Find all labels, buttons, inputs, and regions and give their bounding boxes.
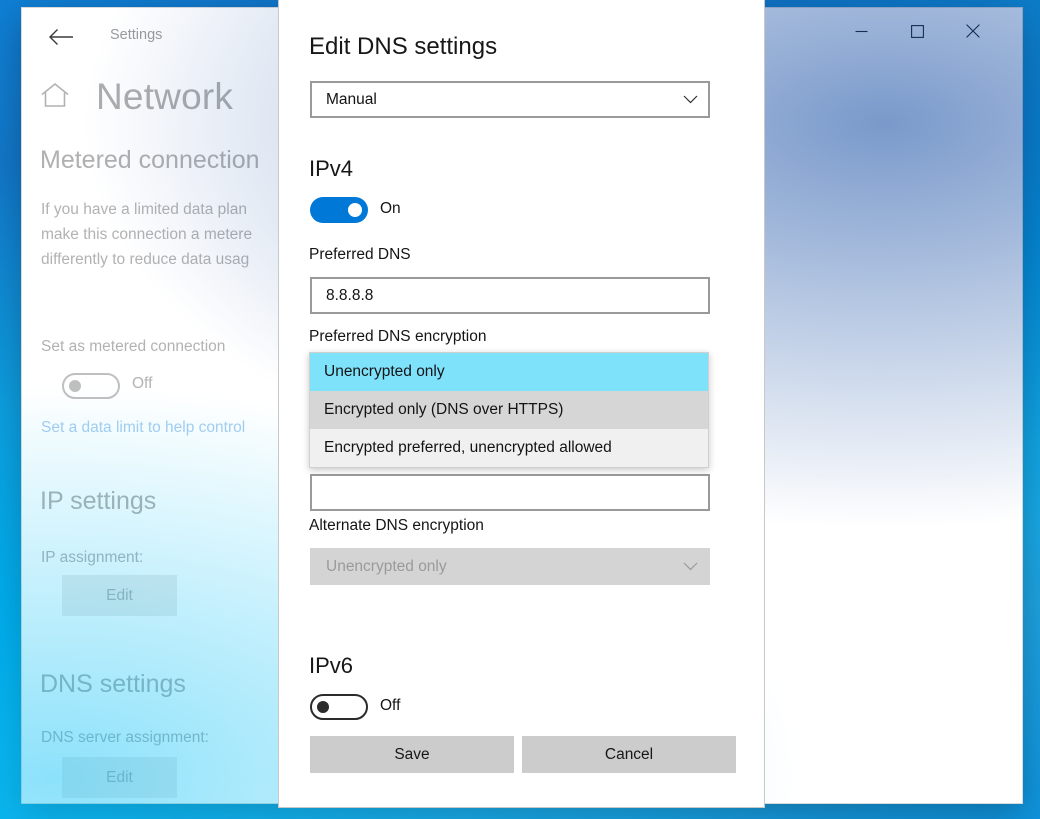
- toggle-knob: [69, 380, 81, 392]
- metered-connection-description: If you have a limited data plan make thi…: [41, 201, 253, 268]
- cancel-button[interactable]: Cancel: [522, 736, 736, 773]
- page-title-row: Network: [40, 76, 233, 118]
- preferred-dns-encryption-listbox[interactable]: Unencrypted only Encrypted only (DNS ove…: [309, 352, 709, 468]
- ipv4-toggle[interactable]: [310, 197, 368, 223]
- toggle-knob: [317, 701, 329, 713]
- preferred-dns-value: 8.8.8.8: [326, 286, 374, 304]
- maximize-button[interactable]: [894, 8, 940, 54]
- preferred-dns-input[interactable]: 8.8.8.8: [310, 277, 710, 314]
- listbox-option[interactable]: Encrypted preferred, unencrypted allowed: [310, 429, 708, 467]
- alternate-dns-encryption-dropdown: Unencrypted only: [310, 548, 710, 585]
- ip-settings-heading: IP settings: [40, 487, 157, 515]
- ip-assignment-label: IP assignment:: [41, 549, 144, 566]
- ip-assignment-edit-button[interactable]: Edit: [62, 575, 177, 616]
- toggle-knob: [348, 203, 362, 217]
- ipv6-toggle-state: Off: [380, 697, 401, 714]
- listbox-option[interactable]: Unencrypted only: [310, 353, 708, 391]
- minimize-button[interactable]: [838, 8, 884, 54]
- back-arrow-icon[interactable]: [40, 20, 82, 54]
- chevron-down-icon: [683, 95, 698, 104]
- alternate-dns-encryption-value: Unencrypted only: [326, 557, 447, 575]
- data-limit-link[interactable]: Set a data limit to help control: [41, 419, 303, 437]
- ipv6-heading: IPv6: [309, 653, 354, 678]
- desktop-background: Settings Network Metered connection If y…: [0, 0, 1040, 819]
- listbox-option[interactable]: Encrypted only (DNS over HTTPS): [310, 391, 708, 429]
- app-title-label: Settings: [110, 27, 163, 43]
- ipv4-toggle-state: On: [380, 200, 401, 217]
- page-title: Network: [96, 76, 234, 117]
- dns-assignment-edit-button[interactable]: Edit: [62, 757, 177, 798]
- preferred-dns-label: Preferred DNS: [309, 246, 411, 263]
- dialog-title: Edit DNS settings: [309, 33, 498, 60]
- alternate-dns-input[interactable]: [310, 474, 710, 511]
- dns-server-assignment-label: DNS server assignment:: [41, 729, 209, 746]
- dns-mode-dropdown[interactable]: Manual: [310, 81, 710, 118]
- set-as-metered-state: Off: [132, 375, 153, 392]
- dns-mode-value: Manual: [326, 90, 377, 108]
- home-icon[interactable]: [40, 81, 70, 114]
- ipv6-toggle[interactable]: [310, 694, 368, 720]
- set-as-metered-toggle[interactable]: [62, 373, 120, 399]
- close-button[interactable]: [950, 8, 996, 54]
- chevron-down-icon: [683, 562, 698, 571]
- alternate-dns-encryption-label: Alternate DNS encryption: [309, 517, 484, 534]
- dns-settings-heading: DNS settings: [40, 670, 186, 698]
- ipv4-heading: IPv4: [309, 156, 354, 181]
- save-button[interactable]: Save: [310, 736, 514, 773]
- set-as-metered-label: Set as metered connection: [41, 338, 226, 355]
- preferred-dns-encryption-label: Preferred DNS encryption: [309, 328, 487, 345]
- metered-connection-heading: Metered connection: [40, 146, 260, 174]
